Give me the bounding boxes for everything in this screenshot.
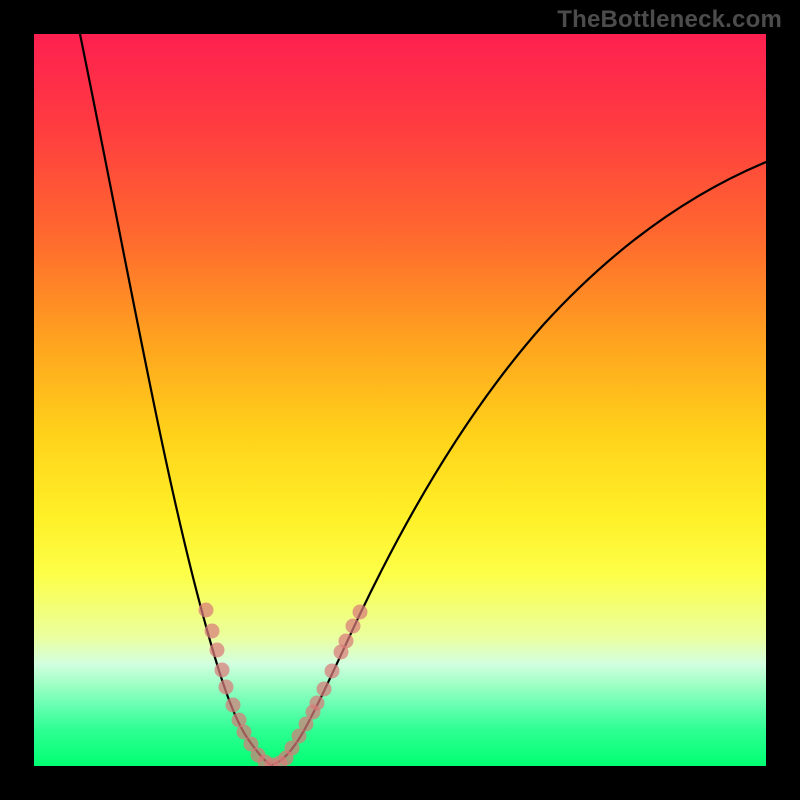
chart-frame: TheBottleneck.com: [0, 0, 800, 800]
plot-area: [34, 34, 766, 766]
bead-marker: [226, 698, 241, 713]
bead-marker: [346, 619, 361, 634]
bead-marker: [205, 624, 220, 639]
bead-marker: [215, 663, 230, 678]
bead-cluster: [199, 603, 368, 767]
bead-marker: [325, 664, 340, 679]
bead-marker: [219, 680, 234, 695]
bead-marker: [353, 605, 368, 620]
bead-marker: [310, 696, 325, 711]
bead-marker: [339, 634, 354, 649]
bead-marker: [199, 603, 214, 618]
watermark-text: TheBottleneck.com: [557, 6, 782, 34]
curve-left-arm: [80, 34, 271, 765]
bead-marker: [210, 643, 225, 658]
bead-marker: [317, 682, 332, 697]
curves-svg: [34, 34, 766, 766]
curve-right-arm: [271, 162, 766, 765]
